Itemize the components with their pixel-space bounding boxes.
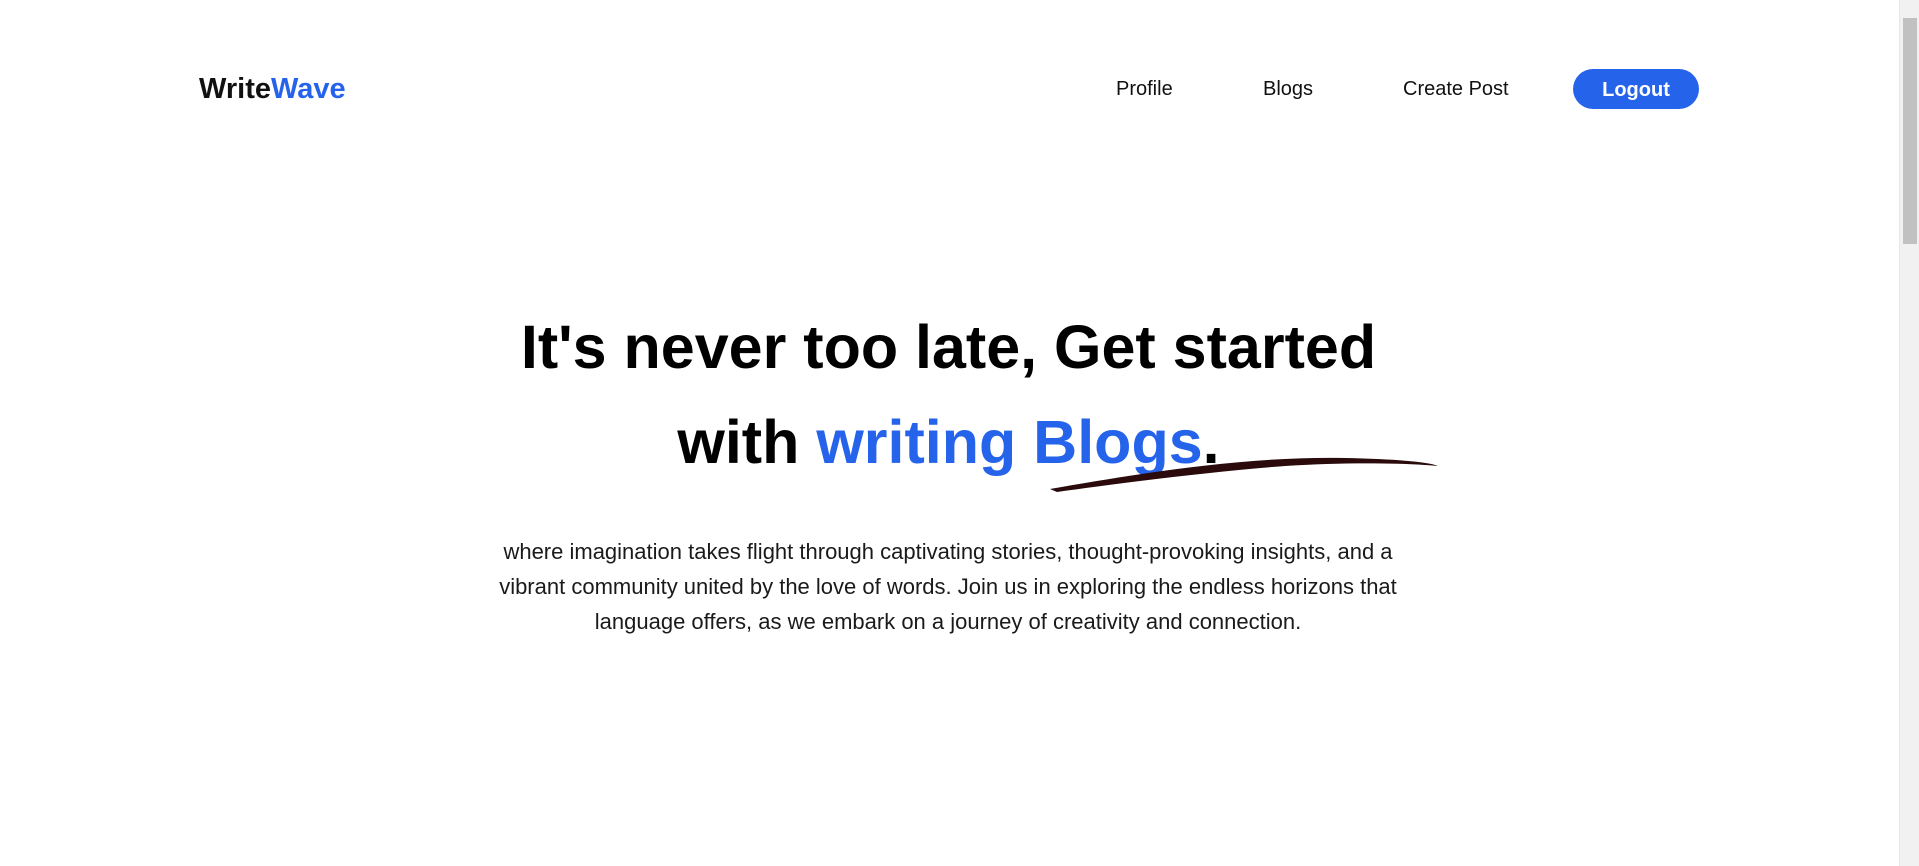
nav-link-profile[interactable]: Profile	[1116, 77, 1173, 101]
hero-title-line1: It's never too late, Get started	[520, 313, 1377, 381]
nav-link-create-post[interactable]: Create Post	[1403, 77, 1509, 101]
hero-title-with: with	[677, 408, 817, 476]
vertical-scrollbar[interactable]	[1899, 0, 1919, 866]
logout-button[interactable]: Logout	[1573, 69, 1699, 109]
hero-title: It's never too late, Get started with wri…	[0, 300, 1897, 490]
logo[interactable]: WriteWave	[199, 72, 346, 106]
page: WriteWave Profile Blogs Create Post Logo…	[0, 0, 1919, 866]
hero-description: where imagination takes flight through c…	[499, 539, 1397, 634]
logo-write: Write	[199, 73, 271, 105]
scrollbar-thumb[interactable]	[1903, 18, 1917, 244]
brush-underline-icon	[1050, 457, 1438, 492]
logo-wave: Wave	[270, 73, 346, 105]
nav-link-blogs[interactable]: Blogs	[1263, 77, 1313, 101]
